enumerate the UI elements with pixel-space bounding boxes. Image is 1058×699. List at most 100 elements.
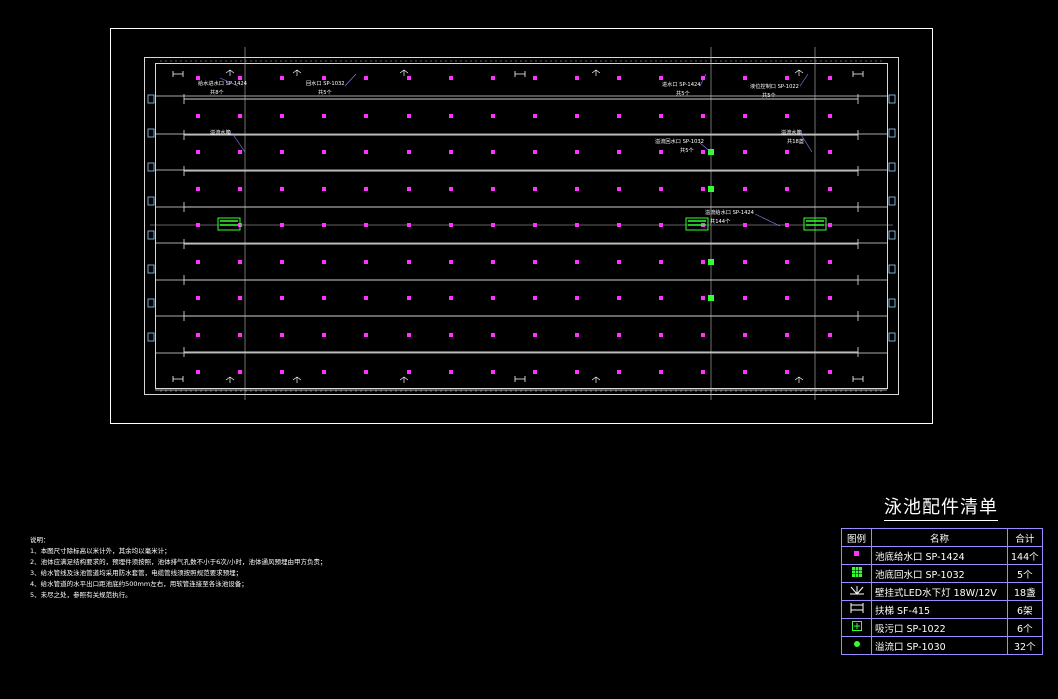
inlet-marker: [238, 150, 242, 154]
inlet-marker: [322, 187, 326, 191]
lane-lines: [150, 47, 893, 400]
lane-rope: [183, 166, 859, 176]
legend-row-count: 144个: [1007, 546, 1043, 565]
inlet-marker: [533, 296, 537, 300]
legend-row-count: 6架: [1007, 600, 1043, 619]
legend-row-name: 吸污口 SP-1022: [871, 618, 1008, 637]
inlet-marker: [449, 223, 453, 227]
inlet-marker: [828, 150, 832, 154]
inlet-marker: [407, 370, 411, 374]
green-grid-square-icon: [851, 567, 862, 577]
annotation-label: 共18盏: [787, 137, 804, 145]
inlet-marker: [659, 114, 663, 118]
overflow-box: [217, 217, 241, 231]
inlet-marker: [280, 150, 284, 154]
inlet-marker: [659, 150, 663, 154]
inlet-marker: [238, 260, 242, 264]
drain-marker: [708, 259, 714, 265]
inlet-marker: [322, 223, 326, 227]
lane-rope: [183, 202, 859, 212]
notes-title: 说明：: [30, 536, 50, 544]
inlet-marker: [785, 260, 789, 264]
inlet-marker: [280, 187, 284, 191]
legend-header-row: 图例 名称 合计: [841, 528, 1043, 547]
legend-row: 壁挂式LED水下灯 18W/12V 18盏: [841, 582, 1043, 601]
light-fixture-bottom: [399, 376, 409, 383]
side-fixture-left: [147, 264, 155, 274]
green-dot-icon: [853, 641, 860, 647]
inlet-marker: [785, 150, 789, 154]
inlet-marker: [322, 333, 326, 337]
inlet-marker: [407, 150, 411, 154]
ladder-marker: [852, 71, 864, 77]
inlet-marker: [575, 370, 579, 374]
inlet-marker: [533, 260, 537, 264]
inlet-marker: [407, 333, 411, 337]
inlet-marker: [659, 296, 663, 300]
annotation-label: 溢流水箱: [781, 128, 802, 136]
inlet-marker: [575, 150, 579, 154]
legend-header-name: 名称: [871, 528, 1008, 547]
inlet-marker: [196, 187, 200, 191]
inlet-marker: [659, 187, 663, 191]
notes-line-2: 2、池体应满足结构要求的，预埋件须按照，池体排气孔数不小于6次/小时，池体通风预…: [30, 558, 327, 566]
inlet-marker: [407, 296, 411, 300]
lane-rope: [183, 130, 859, 140]
parts-list-table: 图例 名称 合计 池底给水口 SP-1424 144个 池底回水口 SP-103…: [841, 528, 1043, 655]
inlet-marker: [322, 260, 326, 264]
inlet-marker: [491, 333, 495, 337]
light-fixture-bottom: [591, 376, 601, 383]
inlet-marker: [449, 370, 453, 374]
inlet-marker: [364, 296, 368, 300]
inlet-marker: [533, 150, 537, 154]
inlet-marker: [533, 333, 537, 337]
legend-row-count: 18盏: [1007, 582, 1043, 601]
overflow-grid: [220, 220, 238, 226]
inlet-marker: [701, 187, 705, 191]
pool-inner-edge: [155, 63, 888, 389]
legend-row-count: 6个: [1007, 618, 1043, 637]
side-fixture-right: [888, 332, 896, 342]
inlet-marker: [280, 296, 284, 300]
legend-row-name: 溢流口 SP-1030: [871, 636, 1008, 655]
inlet-marker: [743, 296, 747, 300]
inlet-marker: [575, 114, 579, 118]
lane-rope: [183, 94, 859, 104]
side-fixture-right: [888, 162, 896, 172]
annotation-labels: 给水进水口 SP-1424共8个回水口 SP-1032共5个进水口 SP-142…: [198, 73, 813, 227]
inlet-marker: [785, 187, 789, 191]
inlet-marker: [322, 76, 326, 80]
inlet-marker: [491, 223, 495, 227]
inlet-marker: [322, 114, 326, 118]
leader-line: [699, 73, 707, 87]
inlet-marker: [238, 187, 242, 191]
inlet-marker: [617, 76, 621, 80]
inlet-marker: [364, 187, 368, 191]
inlet-marker: [280, 370, 284, 374]
inlet-marker: [828, 223, 832, 227]
inlet-marker: [828, 76, 832, 80]
inlet-marker: [828, 333, 832, 337]
leader-line: [754, 213, 781, 227]
inlet-marker: [533, 370, 537, 374]
ladder-marker: [514, 376, 526, 382]
inlet-marker: [785, 370, 789, 374]
inlet-marker: [575, 260, 579, 264]
inlet-marker: [617, 370, 621, 374]
inlet-marker: [407, 76, 411, 80]
inlet-marker: [743, 114, 747, 118]
legend-row-count: 5个: [1007, 564, 1043, 583]
inlet-marker: [575, 187, 579, 191]
annotation-label: 溢流水箱: [210, 128, 231, 136]
side-fixture-left: [147, 230, 155, 240]
lane-rope: [183, 347, 859, 357]
annotation-label: 共8个: [210, 88, 224, 96]
side-fixture-left: [147, 162, 155, 172]
annotation-label: 进水口 SP-1424: [662, 80, 701, 88]
leader-line: [231, 132, 246, 153]
legend-row-name: 壁挂式LED水下灯 18W/12V: [871, 582, 1008, 601]
side-fixture-left: [147, 94, 155, 104]
inlet-marker: [364, 223, 368, 227]
side-fixture-right: [888, 298, 896, 308]
inlet-marker: [828, 370, 832, 374]
